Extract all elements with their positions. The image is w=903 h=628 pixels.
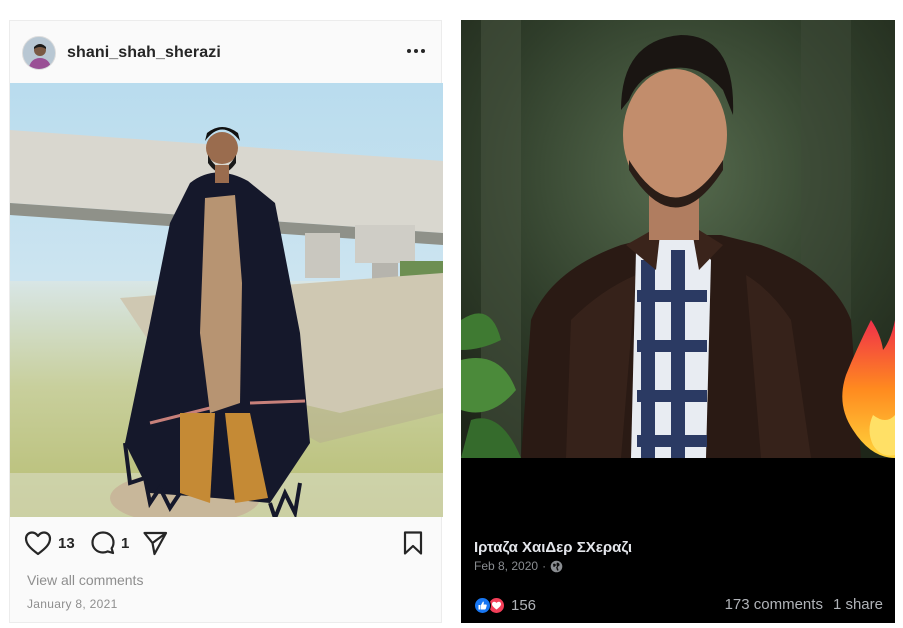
comment-icon[interactable] (90, 530, 116, 561)
post-date: January 8, 2021 (27, 597, 118, 611)
post-author[interactable]: Ιρταζα ΧαιΔερ ΣΧεραζι (474, 539, 632, 556)
username[interactable]: shani_shah_sherazi (67, 44, 221, 62)
more-options-icon[interactable] (405, 40, 427, 62)
post-actions: 13 1 (10, 526, 441, 560)
globe-icon[interactable] (550, 560, 563, 573)
reactions-count: 156 (511, 596, 537, 614)
engagement-stats: 173 comments 1 share (725, 596, 883, 613)
send-icon[interactable] (142, 530, 168, 561)
post-photo[interactable] (10, 83, 443, 517)
shares-count-link[interactable]: 1 share (833, 596, 883, 613)
bookmark-icon[interactable] (401, 530, 425, 561)
comments-count-link[interactable]: 173 comments (725, 596, 823, 613)
facebook-post: Ιρταζα ΧαιΔερ ΣΧεραζι Feb 8, 2020 · 156 … (461, 20, 895, 623)
instagram-post: shani_shah_sherazi 13 1 View all comment… (9, 20, 443, 623)
heart-icon[interactable] (24, 530, 52, 561)
avatar[interactable] (22, 36, 56, 70)
post-photo[interactable] (461, 20, 895, 458)
view-all-comments-link[interactable]: View all comments (27, 572, 143, 588)
post-date[interactable]: Feb 8, 2020 (474, 559, 538, 573)
comments-count[interactable]: 1 (121, 535, 129, 552)
post-header: shani_shah_sherazi (10, 21, 441, 83)
post-meta: Feb 8, 2020 · (474, 559, 563, 573)
reactions-summary[interactable]: 156 (474, 595, 536, 615)
like-reaction-icon (474, 596, 491, 614)
likes-count[interactable]: 13 (58, 535, 75, 552)
meta-separator: · (542, 559, 547, 573)
